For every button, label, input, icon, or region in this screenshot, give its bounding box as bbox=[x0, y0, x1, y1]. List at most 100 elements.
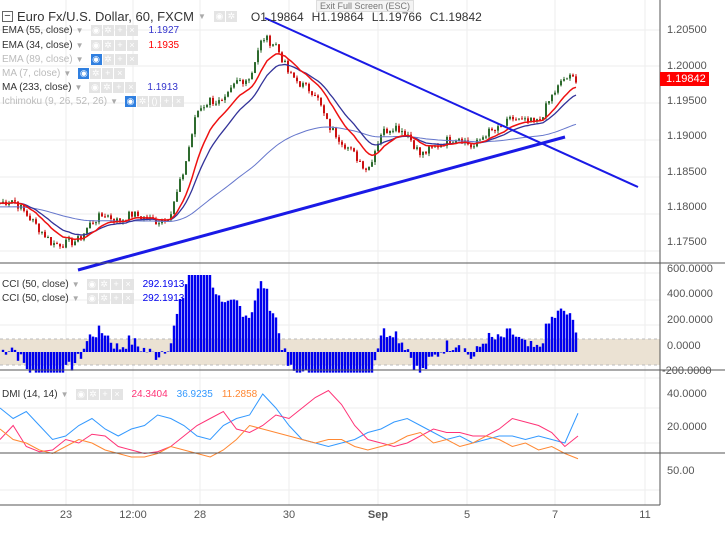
candle-body bbox=[368, 166, 370, 170]
candle-body bbox=[554, 92, 556, 95]
ohlc-low: L1.19766 bbox=[371, 9, 422, 24]
candle-body bbox=[485, 136, 487, 138]
legend-cci-2[interactable]: CCI (50, close) ▼ ◉ ✲ + × 292.1913 bbox=[2, 292, 184, 305]
candle-body bbox=[419, 147, 421, 156]
candle-body bbox=[233, 83, 235, 88]
candle-body bbox=[260, 40, 262, 51]
price-tick: 1.17500 bbox=[667, 236, 707, 248]
candle-body bbox=[470, 144, 472, 148]
candle-body bbox=[575, 76, 577, 83]
legend-ma7[interactable]: MA (7, close) ▼ ◉ ✲ + × bbox=[2, 67, 126, 80]
candle-body bbox=[491, 128, 493, 131]
candle-body bbox=[215, 103, 217, 105]
candle-body bbox=[545, 103, 547, 118]
candle-body bbox=[59, 243, 61, 247]
collapse-icon[interactable]: − bbox=[2, 11, 13, 22]
candle-body bbox=[50, 237, 52, 245]
candle-body bbox=[512, 116, 514, 120]
candle-body bbox=[56, 243, 58, 245]
legend-ichimoku[interactable]: Ichimoku (9, 26, 52, 26) ▼ ◉ ✲() + × bbox=[2, 95, 184, 108]
candle-body bbox=[137, 211, 139, 217]
candle-body bbox=[89, 222, 91, 229]
candle-body bbox=[527, 118, 529, 122]
candle-body bbox=[563, 79, 565, 81]
candle-body bbox=[221, 100, 223, 102]
candle-body bbox=[521, 118, 523, 120]
ohlc-open: O1.19864 bbox=[250, 9, 304, 24]
candle-body bbox=[131, 211, 133, 217]
candle-body bbox=[14, 200, 16, 202]
candle-body bbox=[263, 40, 265, 42]
symbol-title[interactable]: Euro Fx/U.S. Dollar, 60, FXCM bbox=[17, 9, 194, 24]
candle-body bbox=[404, 131, 406, 136]
legend-ema34[interactable]: EMA (34, close) ▼ ◉ ✲ + × 1.1935 bbox=[2, 39, 179, 52]
hidden-eye-icon: ◉ bbox=[78, 68, 90, 79]
candle-body bbox=[317, 95, 319, 98]
legend-dmi[interactable]: DMI (14, 14) ▼ ◉ ✲ + × 24.3404 36.9235 11.2858 bbox=[2, 388, 257, 401]
candle-body bbox=[302, 83, 304, 87]
candle-body bbox=[254, 62, 256, 73]
candle-body bbox=[314, 94, 316, 96]
candle-body bbox=[200, 108, 202, 111]
time-label: 11 bbox=[639, 509, 651, 521]
candle-body bbox=[299, 81, 301, 87]
candle-body bbox=[101, 213, 103, 217]
candle-body bbox=[230, 87, 232, 93]
candle-body bbox=[269, 35, 271, 46]
candle-body bbox=[566, 78, 568, 80]
lower-trendline[interactable] bbox=[77, 135, 566, 272]
candle-body bbox=[242, 80, 244, 84]
candle-body bbox=[392, 130, 394, 132]
ohlc-high: H1.19864 bbox=[311, 9, 364, 24]
candle-body bbox=[518, 118, 520, 120]
candle-body bbox=[359, 160, 361, 162]
candle-body bbox=[74, 241, 76, 246]
bottom-pane-tick: 50.00 bbox=[667, 465, 695, 477]
candle-body bbox=[227, 92, 229, 97]
legend-ema89[interactable]: EMA (89, close) ▼ ◉ ✲ + × bbox=[2, 53, 138, 66]
candle-body bbox=[332, 127, 334, 130]
candle-body bbox=[416, 147, 418, 149]
candle-body bbox=[422, 151, 424, 156]
legend-ma233[interactable]: MA (233, close) ▼ ◉ ✲ + × 1.1913 bbox=[2, 81, 178, 94]
candle-body bbox=[371, 162, 373, 167]
candle-body bbox=[62, 246, 64, 248]
price-tick: 1.18000 bbox=[667, 201, 707, 213]
time-label: 5 bbox=[463, 509, 471, 521]
candle-body bbox=[176, 191, 178, 202]
price-tick: 1.19000 bbox=[667, 130, 707, 142]
candle-body bbox=[500, 126, 502, 128]
candle-body bbox=[338, 137, 340, 142]
candle-body bbox=[353, 148, 355, 152]
candle-body bbox=[185, 161, 187, 175]
candle-body bbox=[110, 215, 112, 219]
legend-ema55[interactable]: EMA (55, close) ▼ ◉ ✲ + × 1.1927 bbox=[2, 24, 179, 37]
candle-body bbox=[386, 128, 388, 133]
gear-icon[interactable]: ✲ bbox=[225, 11, 237, 22]
candle-body bbox=[209, 97, 211, 105]
candle-body bbox=[92, 222, 94, 224]
candle-body bbox=[41, 231, 43, 233]
candle-body bbox=[380, 134, 382, 144]
candle-body bbox=[413, 140, 415, 149]
candle-body bbox=[365, 168, 367, 170]
time-label: 7 bbox=[551, 509, 559, 521]
candle-body bbox=[272, 44, 274, 46]
last-price-tag: 1.19842 bbox=[660, 72, 709, 86]
candle-body bbox=[38, 223, 40, 233]
candle-body bbox=[428, 146, 430, 154]
candle-body bbox=[323, 105, 325, 114]
candle-body bbox=[335, 127, 337, 138]
candle-body bbox=[296, 77, 298, 82]
hidden-eye-icon: ◉ bbox=[90, 54, 102, 65]
price-tick: 1.19500 bbox=[667, 95, 707, 107]
candle-body bbox=[341, 141, 343, 145]
candle-body bbox=[533, 117, 535, 121]
cci-tick: 0.0000 bbox=[667, 340, 701, 352]
eye-icon[interactable]: ◉ bbox=[213, 11, 225, 22]
candle-body bbox=[515, 119, 517, 121]
legend-cci-1[interactable]: CCI (50, close) ▼ ◉ ✲ + × 292.1913 bbox=[2, 278, 184, 291]
candle-body bbox=[218, 100, 220, 104]
candle-body bbox=[95, 222, 97, 224]
candle-body bbox=[278, 44, 280, 53]
